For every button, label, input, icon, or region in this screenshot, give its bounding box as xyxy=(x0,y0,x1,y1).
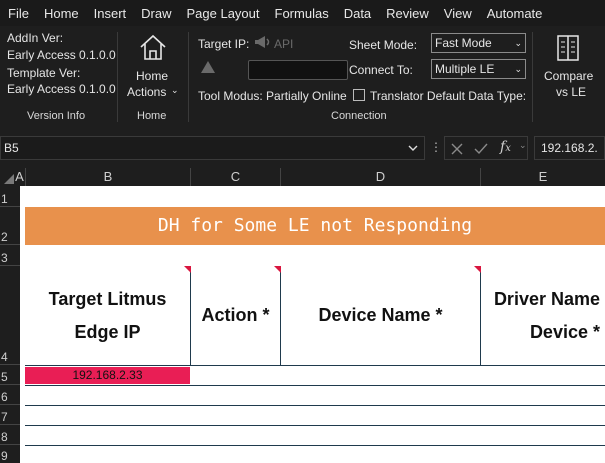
menu-insert[interactable]: Insert xyxy=(94,6,127,21)
sheet-mode-label: Sheet Mode: xyxy=(349,38,418,52)
column-header-c[interactable]: C xyxy=(191,168,281,186)
comment-indicator[interactable] xyxy=(474,266,481,273)
row-header-4[interactable]: 4 xyxy=(0,266,20,365)
row-divider xyxy=(25,405,605,406)
formula-bar: B5 ⋮ fx ⌄ 192.168.2. xyxy=(0,136,605,161)
row-divider xyxy=(25,365,605,366)
connection-group-label: Connection xyxy=(331,110,387,122)
row-header-3[interactable]: 3 xyxy=(0,245,20,266)
ribbon-separator xyxy=(117,32,118,122)
home-actions-label-2: Actions xyxy=(127,85,167,99)
connect-to-label: Connect To: xyxy=(349,63,413,77)
connect-to-value: Multiple LE xyxy=(435,62,495,76)
home-actions-button[interactable]: Home Actions ⌄ xyxy=(126,32,179,102)
name-box[interactable]: B5 xyxy=(0,136,425,160)
cell-b5-ip[interactable]: 192.168.2.33 xyxy=(25,367,190,384)
comment-indicator[interactable] xyxy=(274,266,281,273)
compare-label-2: vs LE xyxy=(556,85,587,99)
insert-function-icon[interactable]: fx xyxy=(500,139,511,155)
sheet-grid[interactable]: DH for Some LE not Responding Target Lit… xyxy=(20,186,605,463)
sheet-mode-select[interactable]: Fast Mode ⌄ xyxy=(431,33,526,53)
chevron-down-icon xyxy=(408,145,418,151)
column-header-e[interactable]: E xyxy=(481,168,605,186)
row-header-9[interactable]: 9 xyxy=(0,445,20,463)
warning-icon xyxy=(201,61,215,73)
row-divider xyxy=(25,425,605,426)
menu-home[interactable]: Home xyxy=(44,6,79,21)
name-box-value: B5 xyxy=(4,141,19,155)
menu-page-layout[interactable]: Page Layout xyxy=(187,6,260,21)
sheet-banner: DH for Some LE not Responding xyxy=(25,207,605,245)
ribbon: AddIn Ver: Early Access 0.1.0.0 Template… xyxy=(0,26,605,129)
header-target-ip[interactable]: Target Litmus Edge IP xyxy=(25,266,191,365)
menu-draw[interactable]: Draw xyxy=(141,6,171,21)
row-header-7[interactable]: 7 xyxy=(0,405,20,425)
column-header-a[interactable]: A xyxy=(14,168,26,186)
target-ip-label: Target IP: xyxy=(198,37,250,51)
connect-to-select[interactable]: Multiple LE ⌄ xyxy=(431,59,526,79)
addin-version-value: Early Access 0.1.0.0 xyxy=(7,48,116,62)
version-info-group-label: Version Info xyxy=(27,110,86,122)
row-divider xyxy=(25,385,605,386)
chevron-down-icon: ⌄ xyxy=(171,85,179,95)
tool-modus-text: Tool Modus: Partially Online xyxy=(198,89,347,103)
menu-automate[interactable]: Automate xyxy=(487,6,543,21)
chevron-down-icon: ⌄ xyxy=(519,140,527,150)
translator-checkbox[interactable] xyxy=(353,89,365,101)
row-header-5[interactable]: 5 xyxy=(0,365,20,385)
more-options-icon[interactable]: ⋮ xyxy=(430,140,442,154)
column-header-d[interactable]: D xyxy=(281,168,481,186)
chevron-down-icon: ⌄ xyxy=(514,64,522,74)
compare-vs-le-button[interactable]: Compare vs LE xyxy=(540,32,598,102)
compare-icon xyxy=(557,35,579,61)
megaphone-icon xyxy=(255,36,270,48)
menu-data[interactable]: Data xyxy=(344,6,371,21)
menu-view[interactable]: View xyxy=(444,6,472,21)
ribbon-separator xyxy=(532,32,533,122)
menu-bar: File Home Insert Draw Page Layout Formul… xyxy=(0,0,605,26)
template-version-label: Template Ver: xyxy=(7,66,81,80)
row-header-8[interactable]: 8 xyxy=(0,425,20,445)
home-icon xyxy=(140,34,166,60)
api-label: API xyxy=(274,37,294,51)
menu-review[interactable]: Review xyxy=(386,6,429,21)
row-divider xyxy=(25,445,605,446)
home-actions-label-1: Home xyxy=(136,69,169,83)
cancel-icon[interactable] xyxy=(451,143,463,155)
sheet-mode-value: Fast Mode xyxy=(435,36,492,50)
chevron-down-icon: ⌄ xyxy=(514,38,522,48)
translator-label: Translator Default Data Type: xyxy=(370,89,527,103)
addin-version-label: AddIn Ver: xyxy=(7,31,64,45)
compare-label-1: Compare xyxy=(544,69,594,83)
formula-buttons: fx ⌄ xyxy=(444,136,528,160)
column-header-b[interactable]: B xyxy=(26,168,191,186)
header-device-name[interactable]: Device Name * xyxy=(281,266,481,365)
comment-indicator[interactable] xyxy=(184,266,191,273)
menu-file[interactable]: File xyxy=(8,6,29,21)
row-header-2[interactable]: 2 xyxy=(0,207,20,245)
menu-formulas[interactable]: Formulas xyxy=(275,6,329,21)
row-header-1[interactable]: 1 xyxy=(0,186,20,207)
header-action[interactable]: Action * xyxy=(191,266,281,365)
row-header-6[interactable]: 6 xyxy=(0,385,20,405)
ribbon-separator xyxy=(188,32,189,122)
formula-input[interactable]: 192.168.2. xyxy=(534,136,605,160)
target-ip-input[interactable] xyxy=(248,60,348,80)
enter-check-icon[interactable] xyxy=(474,143,488,155)
home-group-label: Home xyxy=(137,110,167,122)
header-driver-name[interactable]: Driver Name Device * xyxy=(481,266,605,365)
template-version-value: Early Access 0.1.0.0 xyxy=(7,82,116,96)
